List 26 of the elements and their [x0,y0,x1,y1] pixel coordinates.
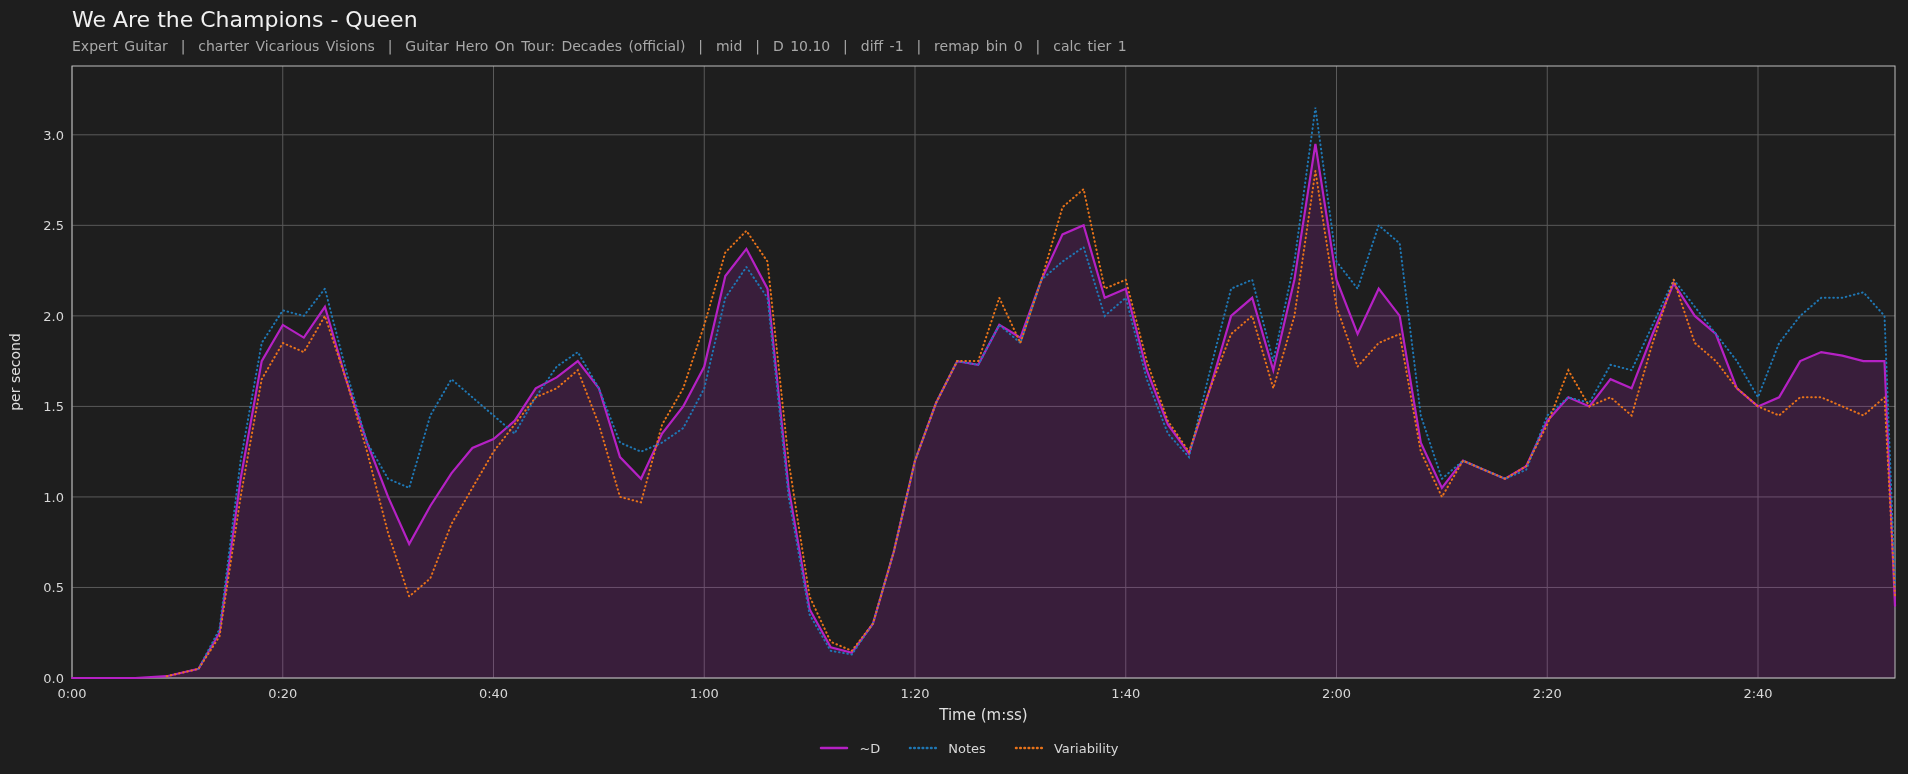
chart-title: We Are the Champions - Queen [72,8,419,32]
x-tick-label: 1:40 [1111,686,1141,701]
y-tick-label: 2.0 [43,308,64,324]
y-tick-label: 2.5 [43,218,64,234]
chart-subtitle: Expert Guitar | charter Vicarious Visions | Guitar Hero On Tour: Decades (official) | mid | D 10.10 | diff -1 | remap bin 0 | calc tier 1 [72,38,1128,54]
y-tick-label: 0.0 [43,671,64,686]
x-tick-label: 1:00 [689,686,719,701]
legend-line-icon [819,746,850,750]
x-tick-label: 0:40 [478,686,509,701]
x-tick-label: 0:20 [268,686,298,701]
y-tick-label: 0.5 [43,580,64,596]
x-tick-label: 0:00 [57,686,87,701]
x-tick-label: 2:40 [1743,686,1773,701]
y-axis-label: per second [7,333,23,411]
y-tick-label: 1.5 [43,399,64,415]
x-axis-label: Time (m:ss) [939,706,1028,724]
y-tick-label: 1.0 [43,489,64,505]
legend-label: ~D [859,740,881,756]
x-tick-label: 2:20 [1532,686,1562,701]
x-tick-label: 2:00 [1321,686,1352,701]
legend-label: Notes [948,740,986,756]
y-tick-label: 3.0 [43,127,64,143]
x-tick-label: 1:20 [900,686,930,701]
legend-label: Variability [1053,740,1119,756]
legend-line-icon [1013,746,1044,750]
legend-line-icon [908,746,939,750]
